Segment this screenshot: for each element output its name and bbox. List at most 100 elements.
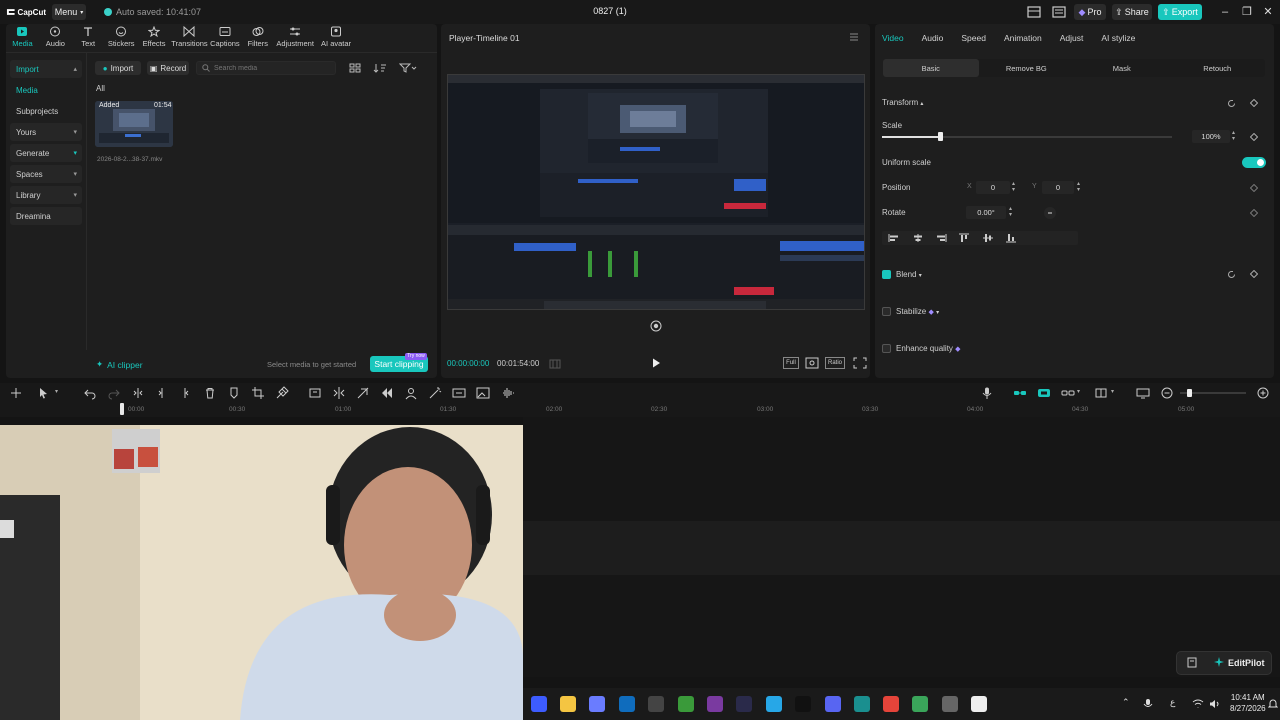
mirror-icon[interactable] (332, 386, 346, 400)
tab-speed[interactable]: Speed (961, 33, 986, 43)
sidebar-item-yours[interactable]: Yours ▾ (10, 123, 82, 141)
keyframe-icon[interactable] (1250, 184, 1258, 192)
scale-slider-handle[interactable] (938, 132, 943, 141)
tab-stickers[interactable]: Stickers (105, 26, 138, 50)
person-cutout-icon[interactable] (404, 386, 418, 400)
record-button[interactable]: ▣ Record (147, 61, 189, 75)
link-icon[interactable] (1061, 386, 1075, 400)
obs-icon[interactable] (648, 696, 664, 712)
layout-icon[interactable] (1027, 6, 1041, 18)
reset-icon[interactable] (1227, 270, 1236, 279)
sort-icon[interactable] (373, 62, 389, 74)
notification-icon[interactable] (1268, 698, 1278, 710)
rotate-stepper[interactable]: ▴ ▾ (1009, 206, 1012, 218)
filter-all-label[interactable]: All (96, 84, 105, 93)
split-left-icon[interactable] (155, 386, 169, 400)
enhance-quality-checkbox[interactable] (882, 344, 891, 353)
sidebar-item-generate[interactable]: Generate ▾ (10, 144, 82, 162)
tab-audio[interactable]: Audio (922, 33, 944, 43)
redo-icon[interactable] (107, 386, 121, 400)
app-icon[interactable] (707, 696, 723, 712)
video-preview[interactable] (447, 74, 865, 310)
zoom-out-icon[interactable] (1160, 386, 1174, 400)
editpilot-label[interactable]: EditPilot (1228, 658, 1265, 668)
tab-captions[interactable]: Captions (208, 26, 241, 50)
freeze-icon[interactable] (308, 386, 322, 400)
timecode-grid-icon[interactable] (549, 359, 561, 369)
align-center-icon[interactable] (912, 233, 924, 243)
volume-icon[interactable] (1209, 699, 1221, 709)
snapshot-icon[interactable] (650, 320, 662, 332)
tab-animation[interactable]: Animation (1004, 33, 1042, 43)
search-field[interactable] (196, 61, 336, 75)
settings-icon[interactable] (942, 696, 958, 712)
magic-wand-icon[interactable] (428, 386, 442, 400)
maximize-icon[interactable]: ❐ (1240, 5, 1254, 19)
export-button[interactable]: ⇪ Export (1158, 4, 1202, 20)
network-app-icon[interactable] (736, 696, 752, 712)
tab-text[interactable]: Text (72, 26, 105, 50)
screen-icon[interactable] (1136, 386, 1150, 400)
chrome-profile-icon[interactable] (912, 696, 928, 712)
sidebar-item-dreamina[interactable]: Dreamina (10, 207, 82, 225)
align-bottom-icon[interactable] (1005, 233, 1017, 243)
position-x-input[interactable]: 0 (976, 181, 1010, 194)
blend-checkbox[interactable] (882, 270, 891, 279)
system-clock[interactable]: 10:41 AM 8/27/2026 (1230, 692, 1266, 714)
subtitle-icon[interactable] (452, 386, 466, 400)
capcut-taskbar-icon[interactable] (971, 696, 987, 712)
sidebar-item-spaces[interactable]: Spaces ▾ (10, 165, 82, 183)
share-button[interactable]: ⇪ Share (1112, 4, 1152, 20)
chevron-up-icon[interactable]: ⌃ (1122, 697, 1130, 708)
zoom-slider-handle[interactable] (1187, 389, 1192, 397)
copilot-app-icon[interactable] (531, 696, 547, 712)
undo-icon[interactable] (83, 386, 97, 400)
project-title[interactable]: 0827 (1) (580, 6, 640, 16)
rotate-dial-icon[interactable] (1043, 206, 1057, 220)
crop-screen-icon[interactable] (805, 357, 819, 369)
reset-icon[interactable] (1227, 99, 1236, 108)
pro-button[interactable]: ◆ Pro (1074, 4, 1106, 20)
uniform-scale-toggle[interactable] (1242, 157, 1266, 168)
stabilize-checkbox[interactable] (882, 307, 891, 316)
magnet-icon[interactable] (1037, 386, 1051, 400)
rotate-input[interactable]: 0.00° (966, 206, 1006, 219)
tab-video[interactable]: Video (882, 33, 904, 43)
store-icon[interactable] (619, 696, 635, 712)
file-explorer-icon[interactable] (560, 696, 576, 712)
ai-edit-icon[interactable] (275, 386, 289, 400)
select-tool-icon[interactable] (37, 386, 51, 400)
split-icon[interactable] (131, 386, 145, 400)
menu-button[interactable]: Menu ▾ (52, 4, 86, 20)
ratio-button[interactable]: Ratio (825, 357, 845, 369)
tab-audio[interactable]: Audio (39, 26, 72, 50)
subtab-retouch[interactable]: Retouch (1170, 59, 1266, 77)
position-x-stepper[interactable]: ▴ ▾ (1012, 181, 1015, 193)
align-top-icon[interactable] (958, 233, 970, 243)
tab-filters[interactable]: Filters (241, 26, 274, 50)
image-adjust-icon[interactable] (476, 386, 490, 400)
tiktok-icon[interactable] (795, 696, 811, 712)
position-y-input[interactable]: 0 (1042, 181, 1074, 194)
chevron-down-icon[interactable]: ▾ (1077, 388, 1080, 395)
stabilize-section[interactable]: Stabilize ◆ ▾ (896, 307, 939, 316)
chrome-icon[interactable] (883, 696, 899, 712)
tab-media[interactable]: Media (6, 26, 39, 50)
crop-icon[interactable] (251, 386, 265, 400)
copilot-icon[interactable] (589, 696, 605, 712)
telegram-icon[interactable] (766, 696, 782, 712)
marker-icon[interactable] (227, 386, 241, 400)
add-track-icon[interactable] (9, 386, 23, 400)
minecraft-icon[interactable] (678, 696, 694, 712)
transform-section[interactable]: Transform ▴ (882, 98, 923, 107)
scale-stepper[interactable]: ▴ ▾ (1232, 130, 1235, 142)
play-icon[interactable] (650, 357, 662, 369)
tab-adjustment[interactable]: Adjustment (274, 26, 316, 50)
chevron-down-icon[interactable]: ▾ (55, 388, 58, 395)
preview-axis-icon[interactable] (1094, 386, 1108, 400)
tab-adjust[interactable]: Adjust (1060, 33, 1084, 43)
import-button[interactable]: ● Import (95, 61, 141, 75)
search-input[interactable] (214, 64, 324, 72)
tab-ai-avatar[interactable]: AI avatar (316, 26, 356, 50)
split-right-icon[interactable] (178, 386, 192, 400)
